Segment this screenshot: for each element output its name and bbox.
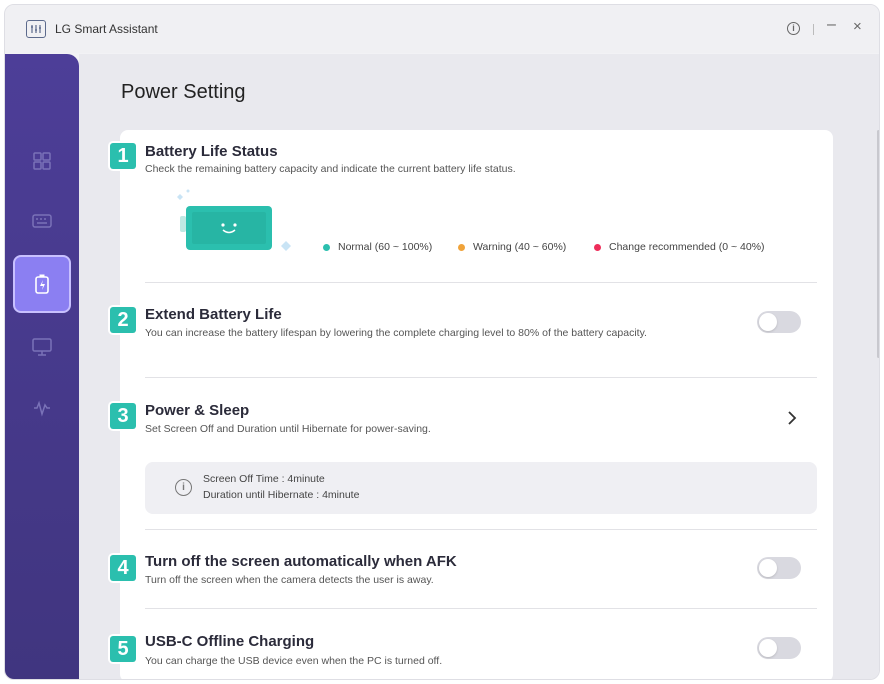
legend-warning: Warning (40 ~ 60%) bbox=[458, 241, 566, 253]
battery-charge-icon bbox=[35, 274, 49, 294]
battery-status-title: Battery Life Status bbox=[145, 143, 278, 160]
settings-card: Battery Life Status Check the remaining … bbox=[120, 130, 833, 679]
keyboard-icon bbox=[32, 214, 52, 228]
legend-dot-warning bbox=[458, 243, 465, 251]
sidebar-item-power[interactable] bbox=[13, 255, 71, 313]
afk-screen-off-toggle[interactable] bbox=[757, 557, 801, 579]
minimize-icon[interactable]: – bbox=[827, 16, 836, 34]
section-divider bbox=[145, 282, 817, 283]
power-sleep-info-box: i Screen Off Time : 4minute Duration unt… bbox=[145, 462, 817, 514]
extend-battery-toggle[interactable] bbox=[757, 311, 801, 333]
page-title: Power Setting bbox=[121, 81, 246, 103]
info-circle-icon[interactable]: i bbox=[787, 22, 800, 35]
scrollbar[interactable] bbox=[877, 130, 879, 358]
audio-wave-icon bbox=[34, 400, 50, 417]
sidebar-item-keyboard[interactable] bbox=[13, 192, 71, 250]
legend-normal: Normal (60 ~ 100%) bbox=[323, 241, 432, 253]
usbc-charging-toggle[interactable] bbox=[757, 637, 801, 659]
toggle-knob bbox=[759, 313, 777, 331]
section-divider bbox=[145, 608, 817, 609]
monitor-icon bbox=[32, 338, 52, 356]
section-divider bbox=[145, 377, 817, 378]
power-sleep-title: Power & Sleep bbox=[145, 402, 250, 419]
section-number-badge: 3 bbox=[110, 403, 136, 429]
section-number-badge: 1 bbox=[110, 143, 136, 169]
dashboard-grid-icon bbox=[33, 152, 51, 170]
afk-screen-off-description: Turn off the screen when the camera dete… bbox=[145, 574, 434, 586]
section-number-badge: 5 bbox=[110, 636, 136, 662]
sidebar-item-display[interactable] bbox=[13, 318, 71, 376]
toggle-knob bbox=[759, 559, 777, 577]
sidebar-item-audio[interactable] bbox=[13, 379, 71, 437]
legend-label: Warning (40 ~ 60%) bbox=[473, 241, 567, 253]
titlebar-divider bbox=[813, 24, 814, 35]
close-icon[interactable]: × bbox=[853, 18, 862, 35]
section-number-badge: 4 bbox=[110, 555, 136, 581]
afk-screen-off-title: Turn off the screen automatically when A… bbox=[145, 553, 457, 570]
section-divider bbox=[145, 529, 817, 530]
battery-status-description: Check the remaining battery capacity and… bbox=[145, 163, 516, 175]
sidebar bbox=[5, 54, 79, 679]
info-icon: i bbox=[175, 479, 192, 496]
power-sleep-description: Set Screen Off and Duration until Hibern… bbox=[145, 423, 431, 435]
app-logo-icon bbox=[26, 20, 46, 38]
hibernate-duration-value: Duration until Hibernate : 4minute bbox=[203, 489, 360, 501]
battery-illustration-icon bbox=[177, 189, 291, 251]
legend-label: Change recommended (0 ~ 40%) bbox=[609, 241, 765, 253]
legend-dot-change bbox=[594, 243, 601, 251]
section-number-badge: 2 bbox=[110, 307, 136, 333]
screen-off-time-value: Screen Off Time : 4minute bbox=[203, 473, 325, 485]
legend-dot-normal bbox=[323, 243, 330, 251]
extend-battery-title: Extend Battery Life bbox=[145, 306, 282, 323]
toggle-knob bbox=[759, 639, 777, 657]
legend-change-recommended: Change recommended (0 ~ 40%) bbox=[594, 241, 765, 253]
app-window: LG Smart Assistant i – × Power Setting B… bbox=[4, 4, 880, 680]
legend-label: Normal (60 ~ 100%) bbox=[338, 241, 433, 253]
extend-battery-description: You can increase the battery lifespan by… bbox=[145, 327, 647, 339]
usbc-charging-title: USB-C Offline Charging bbox=[145, 633, 315, 650]
usbc-charging-description: You can charge the USB device even when … bbox=[145, 655, 443, 667]
chevron-right-icon[interactable] bbox=[785, 410, 799, 426]
title-bar: LG Smart Assistant i – × bbox=[5, 5, 879, 53]
sidebar-item-dashboard[interactable] bbox=[13, 132, 71, 190]
app-title: LG Smart Assistant bbox=[55, 22, 158, 36]
